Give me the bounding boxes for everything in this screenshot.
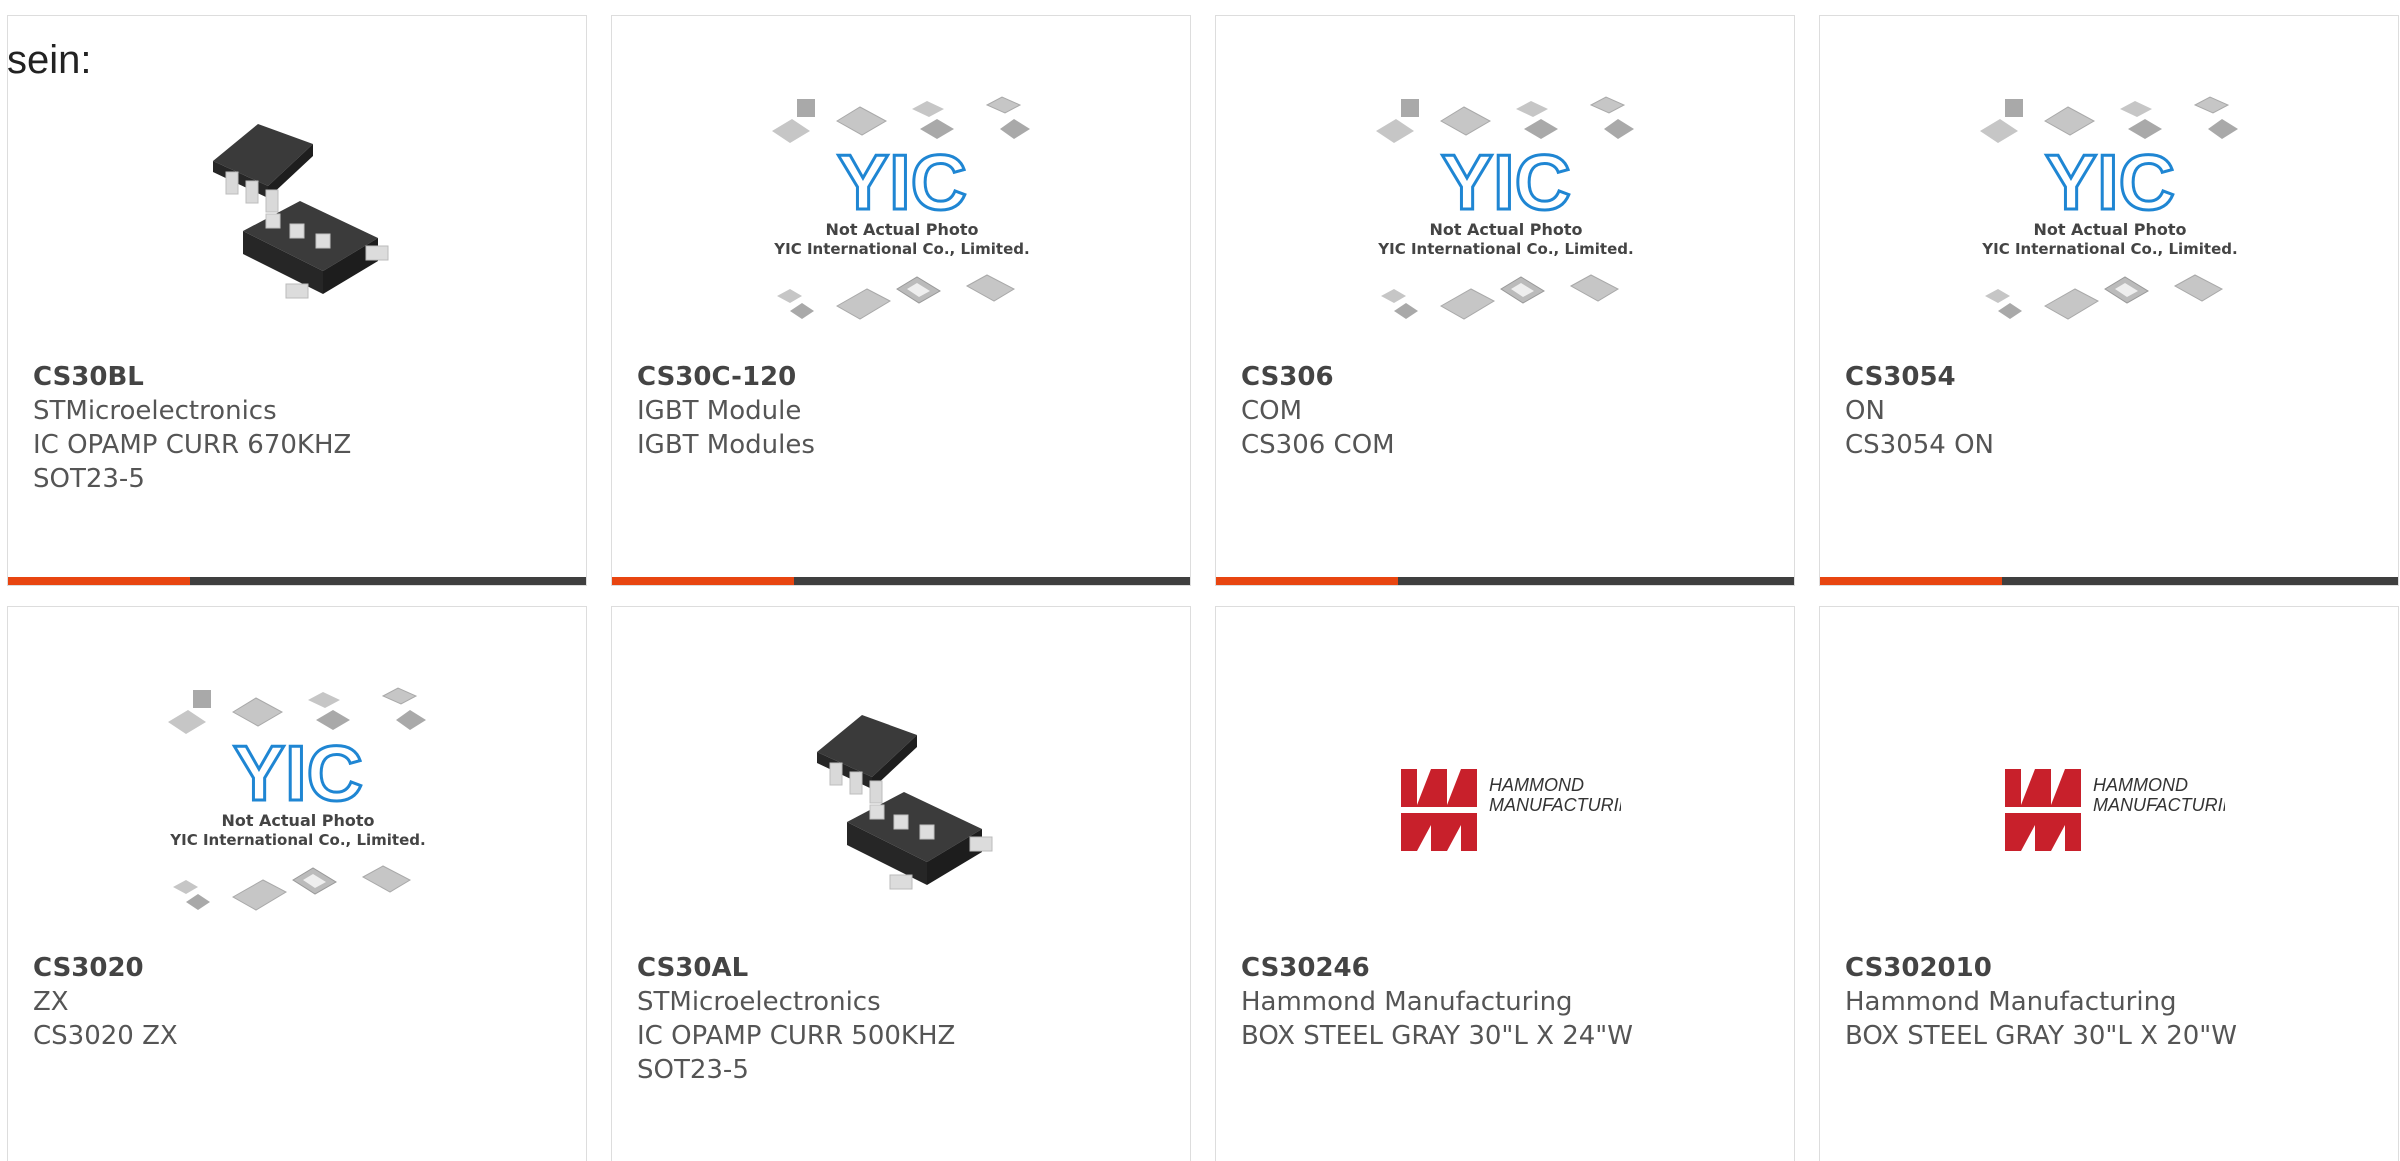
manufacturer: ZX — [33, 987, 69, 1017]
placeholder-caption: Not Actual Photo — [221, 811, 374, 830]
part-number[interactable]: CS3054 — [1845, 360, 2265, 394]
placeholder-caption: Not Actual Photo — [825, 220, 978, 239]
manufacturer: STMicroelectronics — [33, 396, 277, 426]
product-card[interactable]: YIC Not Actual Photo YIC International Co.… — [1215, 15, 1795, 586]
hammond-logo-line2: MANUFACTURING. — [2093, 795, 2225, 815]
part-number[interactable]: CS302010 — [1845, 951, 2265, 985]
yic-placeholder-icon: YICNot Actual PhotoYIC International Co.… — [772, 96, 1030, 320]
card-accent-bar — [1216, 577, 1398, 585]
manufacturer: Hammond Manufacturing — [1241, 987, 1573, 1017]
yic-logo-text: YIC — [837, 138, 967, 226]
product-image[interactable] — [762, 667, 1042, 947]
sot23-5-chip-icon — [817, 715, 993, 890]
card-bottom-bar — [8, 577, 586, 585]
description: CS3020 ZX — [33, 1021, 178, 1051]
card-accent-bar — [1820, 577, 2002, 585]
part-number[interactable]: CS306 — [1241, 360, 1661, 394]
card-bottom-bar — [612, 577, 1190, 585]
product-card[interactable]: YIC Not Actual Photo YIC International Co.… — [611, 15, 1191, 586]
product-info: CS3020 ZX CS3020 ZX — [33, 951, 453, 1053]
manufacturer: ON — [1845, 396, 1885, 426]
placeholder-company: YIC International Co., Limited. — [1981, 240, 2237, 258]
yic-logo-text: YIC — [1441, 138, 1571, 226]
manufacturer: STMicroelectronics — [637, 987, 881, 1017]
product-card[interactable]: CS30AL STMicroelectronics IC OPAMP CURR … — [611, 606, 1191, 1161]
placeholder-caption: Not Actual Photo — [2033, 220, 2186, 239]
product-info: CS3054 ON CS3054 ON — [1845, 360, 2265, 462]
product-image[interactable]: HAMMONDMANUFACTURING. — [1366, 667, 1646, 947]
description: IGBT Modules — [637, 430, 815, 460]
description: CS306 COM — [1241, 430, 1395, 460]
product-info: CS302010 Hammond Manufacturing BOX STEEL… — [1845, 951, 2265, 1053]
sot23-5-chip-icon — [213, 124, 389, 299]
product-info: CS30C-120 IGBT Module IGBT Modules — [637, 360, 1057, 462]
description: BOX STEEL GRAY 30"L X 20"W — [1845, 1021, 2237, 1051]
placeholder-company: YIC International Co., Limited. — [773, 240, 1029, 258]
product-image[interactable]: YIC Not Actual Photo YIC International Co.… — [1970, 76, 2250, 356]
description: IC OPAMP CURR 500KHZ SOT23-5 — [637, 1021, 956, 1085]
placeholder-company: YIC International Co., Limited. — [1377, 240, 1633, 258]
description: BOX STEEL GRAY 30"L X 24"W — [1241, 1021, 1633, 1051]
yic-placeholder-icon: YICNot Actual PhotoYIC International Co.… — [1376, 96, 1634, 320]
hammond-logo-line1: HAMMOND — [2093, 775, 2188, 795]
hammond-logo-icon: HAMMONDMANUFACTURING. — [2005, 769, 2225, 851]
intro-text: sein: — [7, 38, 92, 82]
product-image[interactable]: YIC Not Actual Photo YIC International Co.… — [762, 76, 1042, 356]
part-number[interactable]: CS30AL — [637, 951, 1057, 985]
product-card[interactable]: HAMMONDMANUFACTURING. CS302010 Hammond M… — [1819, 606, 2399, 1161]
part-number[interactable]: CS30C-120 — [637, 360, 1057, 394]
product-card[interactable]: CS30BL STMicroelectronics IC OPAMP CURR … — [7, 15, 587, 586]
description: CS3054 ON — [1845, 430, 1995, 460]
product-info: CS30AL STMicroelectronics IC OPAMP CURR … — [637, 951, 1057, 1087]
product-image[interactable] — [158, 76, 438, 356]
product-card[interactable]: YIC Not Actual Photo YIC International Co.… — [1819, 15, 2399, 586]
product-card[interactable]: YIC Not Actual Photo YIC International Co.… — [7, 606, 587, 1161]
card-accent-bar — [8, 577, 190, 585]
manufacturer: Hammond Manufacturing — [1845, 987, 2177, 1017]
product-image[interactable]: HAMMONDMANUFACTURING. — [1970, 667, 2250, 947]
manufacturer: IGBT Module — [637, 396, 802, 426]
yic-logo-text: YIC — [2045, 138, 2175, 226]
card-bottom-bar — [1820, 577, 2398, 585]
part-number[interactable]: CS30BL — [33, 360, 453, 394]
placeholder-company: YIC International Co., Limited. — [169, 831, 425, 849]
yic-placeholder-icon: YICNot Actual PhotoYIC International Co.… — [1980, 96, 2238, 320]
product-image[interactable]: YIC Not Actual Photo YIC International Co.… — [158, 667, 438, 947]
product-info: CS306 COM CS306 COM — [1241, 360, 1661, 462]
description: IC OPAMP CURR 670KHZ SOT23-5 — [33, 430, 352, 494]
placeholder-caption: Not Actual Photo — [1429, 220, 1582, 239]
hammond-logo-line1: HAMMOND — [1489, 775, 1584, 795]
product-info: CS30BL STMicroelectronics IC OPAMP CURR … — [33, 360, 453, 496]
product-info: CS30246 Hammond Manufacturing BOX STEEL … — [1241, 951, 1661, 1053]
product-card[interactable]: HAMMONDMANUFACTURING. CS30246 Hammond Ma… — [1215, 606, 1795, 1161]
hammond-logo-icon: HAMMONDMANUFACTURING. — [1401, 769, 1621, 851]
card-accent-bar — [612, 577, 794, 585]
yic-logo-text: YIC — [233, 729, 363, 817]
part-number[interactable]: CS3020 — [33, 951, 453, 985]
product-image[interactable]: YIC Not Actual Photo YIC International Co.… — [1366, 76, 1646, 356]
part-number[interactable]: CS30246 — [1241, 951, 1661, 985]
manufacturer: COM — [1241, 396, 1303, 426]
yic-placeholder-icon: YICNot Actual PhotoYIC International Co.… — [168, 687, 426, 911]
card-bottom-bar — [1216, 577, 1794, 585]
hammond-logo-line2: MANUFACTURING. — [1489, 795, 1621, 815]
product-grid-page: sein: CS30BL STMicroelectronics IC OPAMP… — [0, 0, 2400, 1161]
